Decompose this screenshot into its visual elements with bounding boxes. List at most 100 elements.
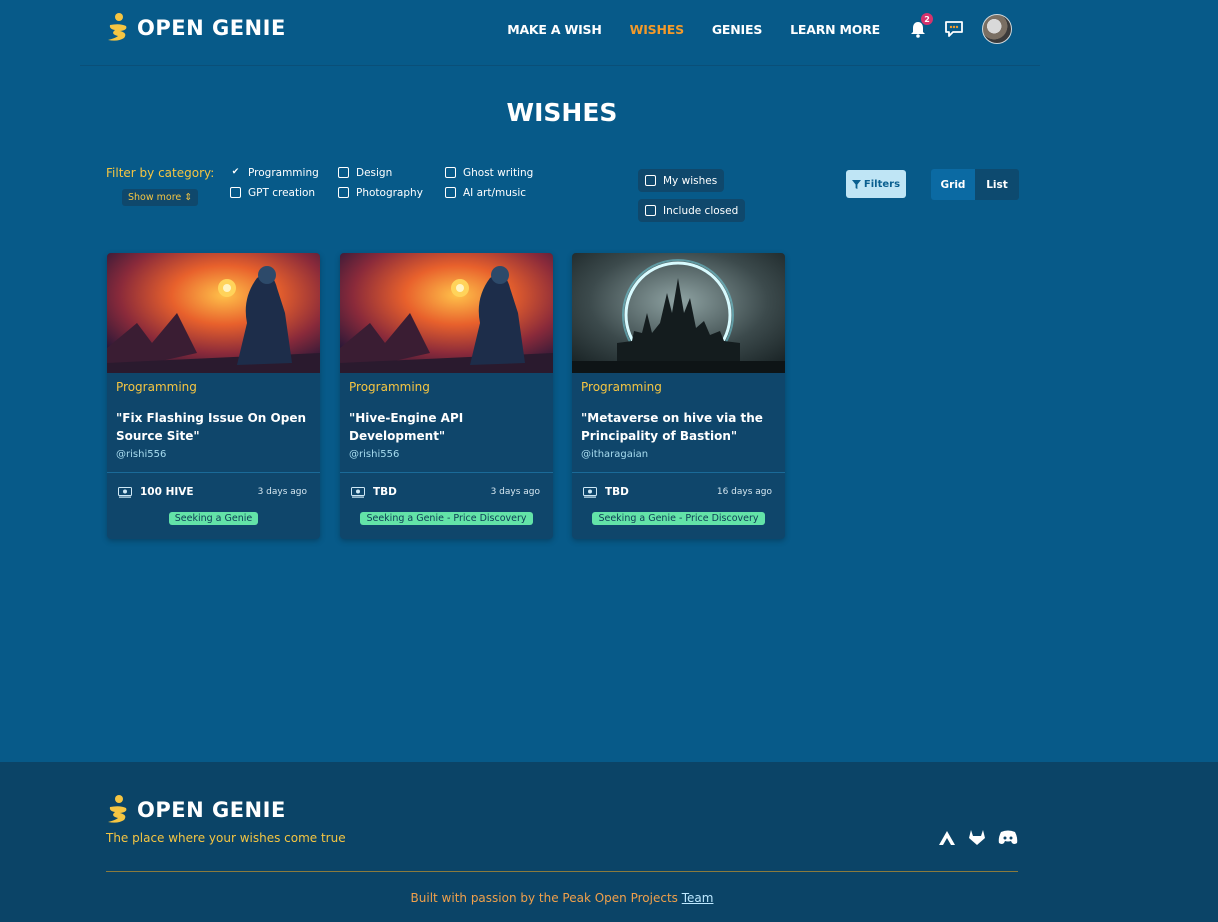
notification-count-badge: 2 (921, 13, 933, 25)
category-photography[interactable]: Photography (338, 186, 445, 199)
category-ghost-writing[interactable]: Ghost writing (445, 166, 555, 179)
category-label: Design (356, 166, 393, 179)
status-badge: Seeking a Genie - Price Discovery (360, 512, 533, 525)
wish-card[interactable]: Programming "Hive-Engine API Development… (340, 253, 553, 539)
include-closed-toggle[interactable]: Include closed (638, 199, 746, 222)
footer-credit: Built with passion by the Peak Open Proj… (0, 891, 1124, 905)
checkbox[interactable] (445, 187, 456, 198)
discord-icon (998, 830, 1018, 844)
notifications-button[interactable]: 2 (908, 13, 933, 39)
wish-card-image (572, 253, 785, 373)
hive-icon (939, 830, 955, 845)
credit-text: Built with passion by the Peak Open Proj… (410, 891, 678, 905)
genie-logo-icon (108, 13, 127, 41)
category-programming[interactable]: ✔ Programming (230, 166, 338, 179)
status-badge: Seeking a Genie (168, 512, 259, 525)
divider (572, 472, 785, 473)
chevron-updown-icon: ⇕ (184, 192, 193, 203)
nav-wishes[interactable]: WISHES (630, 22, 684, 37)
top-navbar: OPEN GENIE MAKE A WISH WISHES GENIES LEA… (80, 0, 1040, 66)
status-badge: Seeking a Genie - Price Discovery (592, 512, 765, 525)
wish-price-value: TBD (373, 486, 397, 498)
view-grid-button[interactable]: Grid (931, 169, 975, 200)
page-title: WISHES (506, 98, 618, 127)
chat-button[interactable] (944, 19, 964, 39)
genie-fire-illustration (340, 253, 553, 373)
wish-price: TBD (583, 486, 629, 498)
footer-brand-name: OPEN GENIE (137, 798, 286, 822)
wish-status: Seeking a Genie (107, 512, 320, 525)
checkbox[interactable] (645, 205, 656, 216)
wish-category: Programming (581, 380, 662, 394)
footer-divider (106, 871, 1018, 872)
wish-author[interactable]: @rishi556 (116, 449, 166, 460)
castle-portal-illustration (572, 253, 785, 373)
footer-tagline: The place where your wishes come true (106, 831, 346, 845)
wish-author[interactable]: @itharagaian (581, 449, 648, 460)
wish-time: 16 days ago (716, 487, 772, 497)
nav-genies[interactable]: GENIES (712, 22, 762, 37)
wish-price-value: 100 HIVE (140, 486, 194, 498)
hive-link[interactable] (938, 830, 956, 850)
wish-title[interactable]: "Fix Flashing Issue On Open Source Site" (116, 409, 311, 445)
category-label: Ghost writing (463, 166, 534, 179)
gitlab-link[interactable] (968, 829, 986, 850)
discord-link[interactable] (998, 830, 1018, 849)
my-wishes-label: My wishes (663, 174, 718, 187)
footer: OPEN GENIE The place where your wishes c… (0, 762, 1218, 922)
money-icon (351, 486, 365, 498)
checkbox[interactable] (230, 187, 241, 198)
nav-make-a-wish[interactable]: MAKE A WISH (507, 22, 602, 37)
wish-title[interactable]: "Hive-Engine API Development" (349, 409, 544, 445)
wish-card[interactable]: Programming "Fix Flashing Issue On Open … (107, 253, 320, 539)
wish-card[interactable]: Programming "Metaverse on hive via the P… (572, 253, 785, 539)
divider (340, 472, 553, 473)
filters-button-label: Filters (863, 178, 901, 190)
wish-time: 3 days ago (490, 487, 540, 497)
category-label: Photography (356, 186, 423, 199)
divider (107, 472, 320, 473)
main-nav: MAKE A WISH WISHES GENIES LEARN MORE 2 (507, 13, 1040, 44)
wish-title[interactable]: "Metaverse on hive via the Principality … (581, 409, 776, 445)
genie-logo-icon (108, 795, 127, 823)
money-icon (118, 486, 132, 498)
show-more-label: Show more (128, 192, 182, 203)
footer-brand-logo[interactable]: OPEN GENIE (106, 794, 286, 826)
social-links (926, 829, 1018, 850)
money-icon (583, 486, 597, 498)
include-closed-label: Include closed (663, 204, 739, 217)
checkbox[interactable] (338, 187, 349, 198)
view-list-button[interactable]: List (975, 169, 1019, 200)
checkbox[interactable] (338, 167, 349, 178)
genie-fire-illustration (107, 253, 320, 373)
nav-learn-more[interactable]: LEARN MORE (790, 22, 880, 37)
wish-price: 100 HIVE (118, 486, 194, 498)
category-label: Programming (248, 166, 319, 179)
category-ai-art-music[interactable]: AI art/music (445, 186, 555, 199)
category-gpt-creation[interactable]: GPT creation (230, 186, 338, 199)
wish-price-value: TBD (605, 486, 629, 498)
brand-logo[interactable]: OPEN GENIE (106, 12, 286, 44)
wish-author[interactable]: @rishi556 (349, 449, 399, 460)
filter-funnel-icon (851, 179, 861, 189)
wish-time: 3 days ago (257, 487, 307, 497)
checkbox[interactable] (445, 167, 456, 178)
my-wishes-toggle[interactable]: My wishes (638, 169, 725, 192)
wish-category: Programming (349, 380, 430, 394)
team-link[interactable]: Team (682, 891, 714, 905)
checkbox-checked[interactable]: ✔ (230, 167, 241, 178)
wish-price: TBD (351, 486, 397, 498)
view-toggle: Grid List (931, 169, 1019, 200)
wish-category: Programming (116, 380, 197, 394)
user-avatar[interactable] (982, 14, 1012, 44)
show-more-button[interactable]: Show more ⇕ (122, 189, 199, 206)
filters-button[interactable]: Filters (846, 170, 906, 198)
category-design[interactable]: Design (338, 166, 445, 179)
wish-card-image (107, 253, 320, 373)
checkbox[interactable] (645, 175, 656, 186)
category-checkboxes: ✔ Programming Design Ghost writing GPT c… (230, 166, 555, 199)
wish-card-image (340, 253, 553, 373)
brand-name: OPEN GENIE (137, 16, 286, 40)
chat-icon (945, 21, 963, 37)
wish-status: Seeking a Genie - Price Discovery (572, 512, 785, 525)
